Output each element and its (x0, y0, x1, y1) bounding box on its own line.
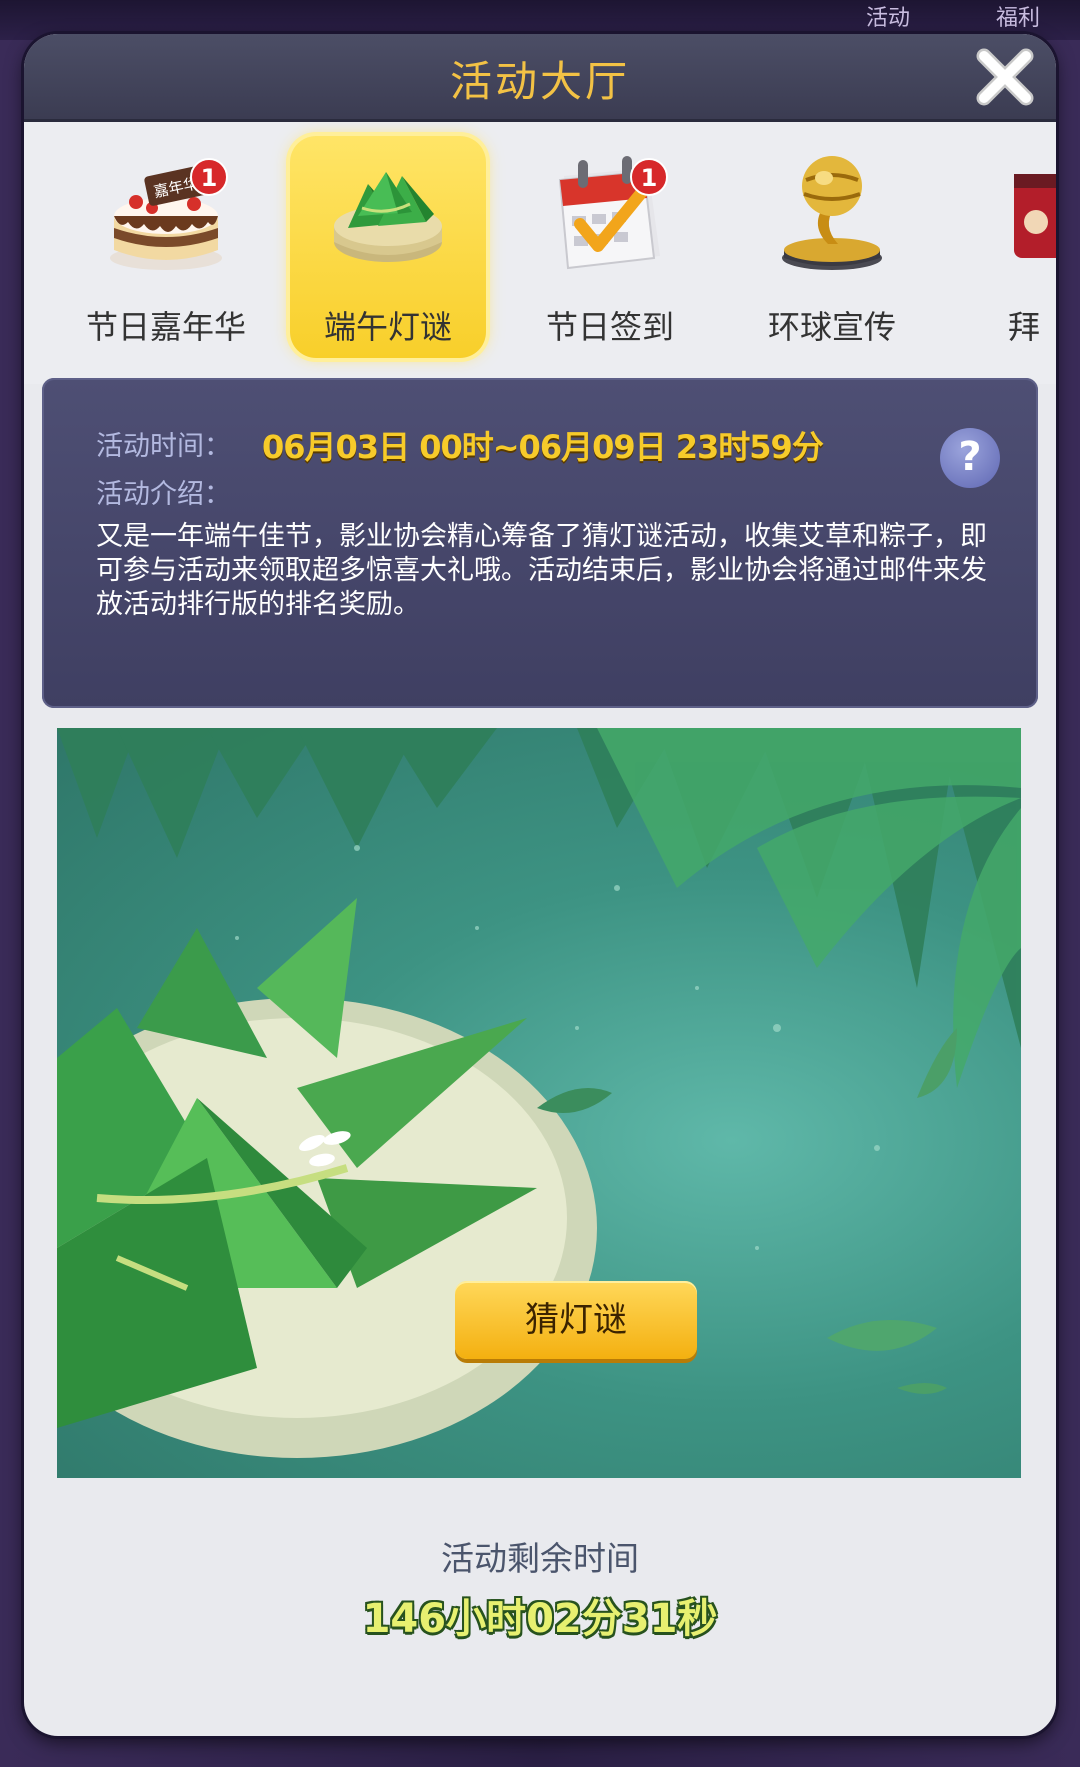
remaining-time-label: 活动剩余时间 (441, 1539, 639, 1578)
activity-hall-modal: 活动大厅 嘉年华 1 节日嘉年华 端午灯谜 1 节日签到 环球宣传 拜 活动时间… (24, 34, 1056, 1736)
zongzi-icon (334, 172, 442, 262)
tab-badge: 1 (190, 158, 228, 196)
tab-greeting[interactable]: 拜 (956, 136, 1056, 358)
help-button[interactable]: ? (940, 428, 1000, 488)
tab-holiday-checkin[interactable]: 1 节日签到 (512, 136, 708, 358)
tab-label: 节日签到 (545, 308, 674, 346)
question-icon: ? (958, 434, 982, 480)
modal-header: 活动大厅 (24, 34, 1056, 122)
tab-badge: 1 (630, 158, 668, 196)
tab-label: 环球宣传 (767, 308, 896, 346)
activity-time-value: 06月03日 00时~06月09日 23时59分 (262, 428, 824, 466)
guess-riddle-button[interactable]: 猜灯谜 (455, 1281, 697, 1359)
background-tab-activity: 活动 (866, 6, 911, 31)
close-button[interactable] (972, 44, 1038, 110)
gift-icon (1014, 174, 1056, 258)
activity-info-panel: 活动时间： 06月03日 00时~06月09日 23时59分 ? 活动介绍： 又… (42, 378, 1038, 708)
tab-dragon-boat-riddles[interactable]: 端午灯谜 (290, 136, 486, 358)
modal-title: 活动大厅 (449, 57, 630, 106)
close-icon (976, 48, 1034, 106)
tab-label: 节日嘉年华 (85, 308, 246, 346)
globe-trophy-icon (782, 156, 882, 270)
activity-intro-text: 又是一年端午佳节，影业协会精心筹备了猜灯谜活动，收集艾草和粽子，即可参与活动来领… (96, 521, 987, 620)
activity-tabs: 嘉年华 1 节日嘉年华 端午灯谜 1 节日签到 环球宣传 拜 (24, 122, 1056, 384)
activity-intro-label: 活动介绍： (96, 479, 231, 510)
tab-global-promotion[interactable]: 环球宣传 (734, 136, 930, 358)
activity-time-label: 活动时间： (96, 431, 231, 462)
tab-label: 端午灯谜 (323, 308, 452, 346)
remaining-time-value: 146小时02分31秒 (362, 1596, 718, 1642)
banner-illustration (57, 728, 1021, 1458)
tab-label: 拜 (1008, 308, 1041, 346)
tab-festival-carnival[interactable]: 嘉年华 1 节日嘉年华 (68, 136, 264, 358)
dragon-boat-banner: 猜灯谜 (57, 728, 1021, 1478)
background-tab-welfare: 福利 (996, 6, 1041, 31)
